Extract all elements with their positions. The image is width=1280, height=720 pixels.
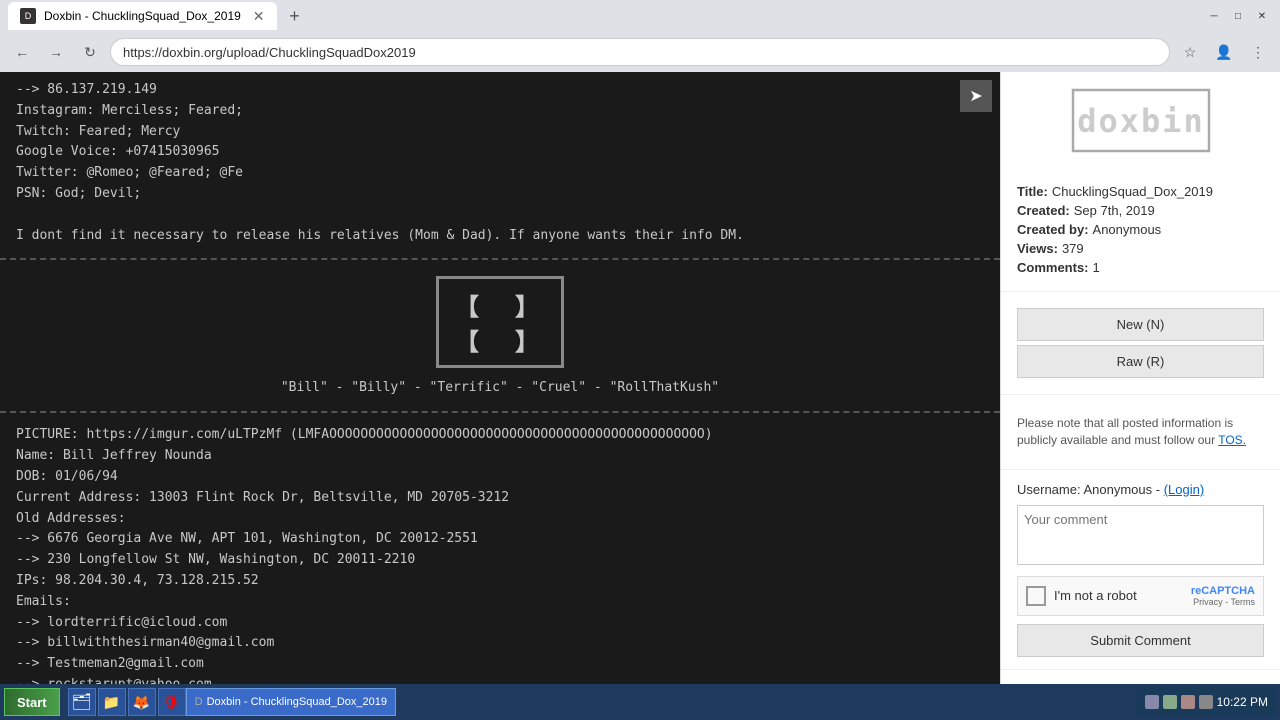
content-area: ➤ --> 86.137.219.149 Instagram: Merciles… [0, 72, 1000, 720]
center-section: 【 】【 】 "Bill" - "Billy" - "Terrific" - "… [0, 258, 1000, 413]
metadata-section: Title: ChucklingSquad_Dox_2019 Created: … [1001, 172, 1280, 292]
tray-icon-2 [1163, 695, 1177, 709]
taskbar-firefox-btn[interactable]: 🦊 [128, 688, 156, 716]
captcha-checkbox[interactable] [1026, 586, 1046, 606]
taskbar: Start 🗂 📁 🦊 🛡 D Doxbin - ChucklingSquad_… [0, 684, 1280, 720]
captcha-label: I'm not a robot [1054, 588, 1183, 603]
username-row: Username: Anonymous - (Login) [1017, 482, 1264, 497]
comments-row: Comments: 1 [1017, 260, 1264, 275]
raw-btn[interactable]: Raw (R) [1017, 345, 1264, 378]
created-label: Created: [1017, 203, 1070, 218]
url-text: https://doxbin.org/upload/ChucklingSquad… [123, 45, 416, 60]
main-content: ➤ --> 86.137.219.149 Instagram: Merciles… [0, 72, 1000, 720]
start-button[interactable]: Start [4, 688, 60, 716]
menu-btn[interactable]: ⋮ [1244, 38, 1272, 66]
captcha-container: I'm not a robot reCAPTCHA Privacy - Term… [1017, 576, 1264, 616]
start-label: Start [17, 695, 47, 710]
svg-text:doxbin: doxbin [1077, 102, 1205, 140]
bottom-dox-text: PICTURE: https://imgur.com/uLTPzMf (LMFA… [0, 417, 1000, 720]
back-btn[interactable]: ← [8, 38, 36, 66]
privacy-terms: Privacy - Terms [1191, 597, 1255, 607]
recaptcha-logo: reCAPTCHA [1191, 585, 1255, 597]
refresh-btn[interactable]: ↻ [76, 38, 104, 66]
tab-title: Doxbin - ChucklingSquad_Dox_2019 [44, 9, 241, 23]
taskbar-shield-btn[interactable]: 🛡 [158, 688, 186, 716]
submit-comment-btn[interactable]: Submit Comment [1017, 624, 1264, 657]
created-value: Sep 7th, 2019 [1074, 203, 1155, 218]
created-by-label: Created by: [1017, 222, 1089, 237]
tab-favicon: D [20, 8, 36, 24]
tray-time: 10:22 PM [1217, 695, 1268, 709]
top-dox-text: --> 86.137.219.149 Instagram: Merciless;… [0, 72, 1000, 254]
logo-svg: doxbin [1071, 88, 1211, 153]
login-link[interactable]: (Login) [1164, 482, 1204, 497]
recaptcha-branding: reCAPTCHA Privacy - Terms [1191, 585, 1255, 607]
profile-btn[interactable]: 👤 [1210, 38, 1238, 66]
created-row: Created: Sep 7th, 2019 [1017, 203, 1264, 218]
views-label: Views: [1017, 241, 1058, 256]
browser-tab[interactable]: D Doxbin - ChucklingSquad_Dox_2019 ✕ [8, 2, 277, 30]
title-label: Title: [1017, 184, 1048, 199]
comment-section: Username: Anonymous - (Login) I'm not a … [1001, 470, 1280, 670]
aliases: "Bill" - "Billy" - "Terrific" - "Cruel" … [281, 380, 719, 395]
tray-icon-4 [1199, 695, 1213, 709]
window-controls: ─ □ ✕ [1204, 6, 1272, 26]
tab-close-btn[interactable]: ✕ [253, 8, 265, 25]
close-btn[interactable]: ✕ [1252, 6, 1272, 26]
notice-text: Please note that all posted information … [1017, 407, 1264, 457]
forward-btn[interactable]: → [42, 38, 70, 66]
comments-value: 1 [1093, 260, 1100, 275]
ascii-art: 【 】【 】 [455, 287, 545, 357]
tos-link[interactable]: TOS. [1218, 433, 1246, 447]
doxbin-logo: doxbin [1001, 72, 1280, 172]
notice-section: Please note that all posted information … [1001, 395, 1280, 470]
comment-input[interactable] [1017, 505, 1264, 565]
tray-icon-1 [1145, 695, 1159, 709]
username-value: Anonymous - [1083, 482, 1163, 497]
new-btn[interactable]: New (N) [1017, 308, 1264, 341]
taskbar-ie-btn[interactable]: 🗂 [68, 688, 96, 716]
created-by-value: Anonymous [1093, 222, 1162, 237]
title-row: Title: ChucklingSquad_Dox_2019 [1017, 184, 1264, 199]
views-row: Views: 379 [1017, 241, 1264, 256]
maximize-btn[interactable]: □ [1228, 6, 1248, 26]
comments-label: Comments: [1017, 260, 1089, 275]
created-by-row: Created by: Anonymous [1017, 222, 1264, 237]
address-bar[interactable]: https://doxbin.org/upload/ChucklingSquad… [110, 38, 1170, 66]
taskbar-active-window[interactable]: D Doxbin - ChucklingSquad_Dox_2019 [186, 688, 396, 716]
minimize-btn[interactable]: ─ [1204, 6, 1224, 26]
taskbar-tray: 10:22 PM [1137, 688, 1276, 716]
toggle-btn[interactable]: ➤ [960, 80, 992, 112]
views-value: 379 [1062, 241, 1084, 256]
username-label: Username: [1017, 482, 1081, 497]
bookmark-btn[interactable]: ☆ [1176, 38, 1204, 66]
taskbar-window-title: Doxbin - ChucklingSquad_Dox_2019 [207, 696, 387, 708]
right-sidebar: doxbin Title: ChucklingSquad_Dox_2019 Cr… [1000, 72, 1280, 720]
new-tab-btn[interactable]: + [281, 2, 309, 30]
taskbar-folder-btn[interactable]: 📁 [98, 688, 126, 716]
nav-bar: ← → ↻ https://doxbin.org/upload/Chucklin… [0, 32, 1280, 72]
action-section: New (N) Raw (R) [1001, 292, 1280, 395]
title-value: ChucklingSquad_Dox_2019 [1052, 184, 1213, 199]
taskbar-programs: 🗂 📁 🦊 🛡 [68, 688, 186, 716]
tray-icon-3 [1181, 695, 1195, 709]
